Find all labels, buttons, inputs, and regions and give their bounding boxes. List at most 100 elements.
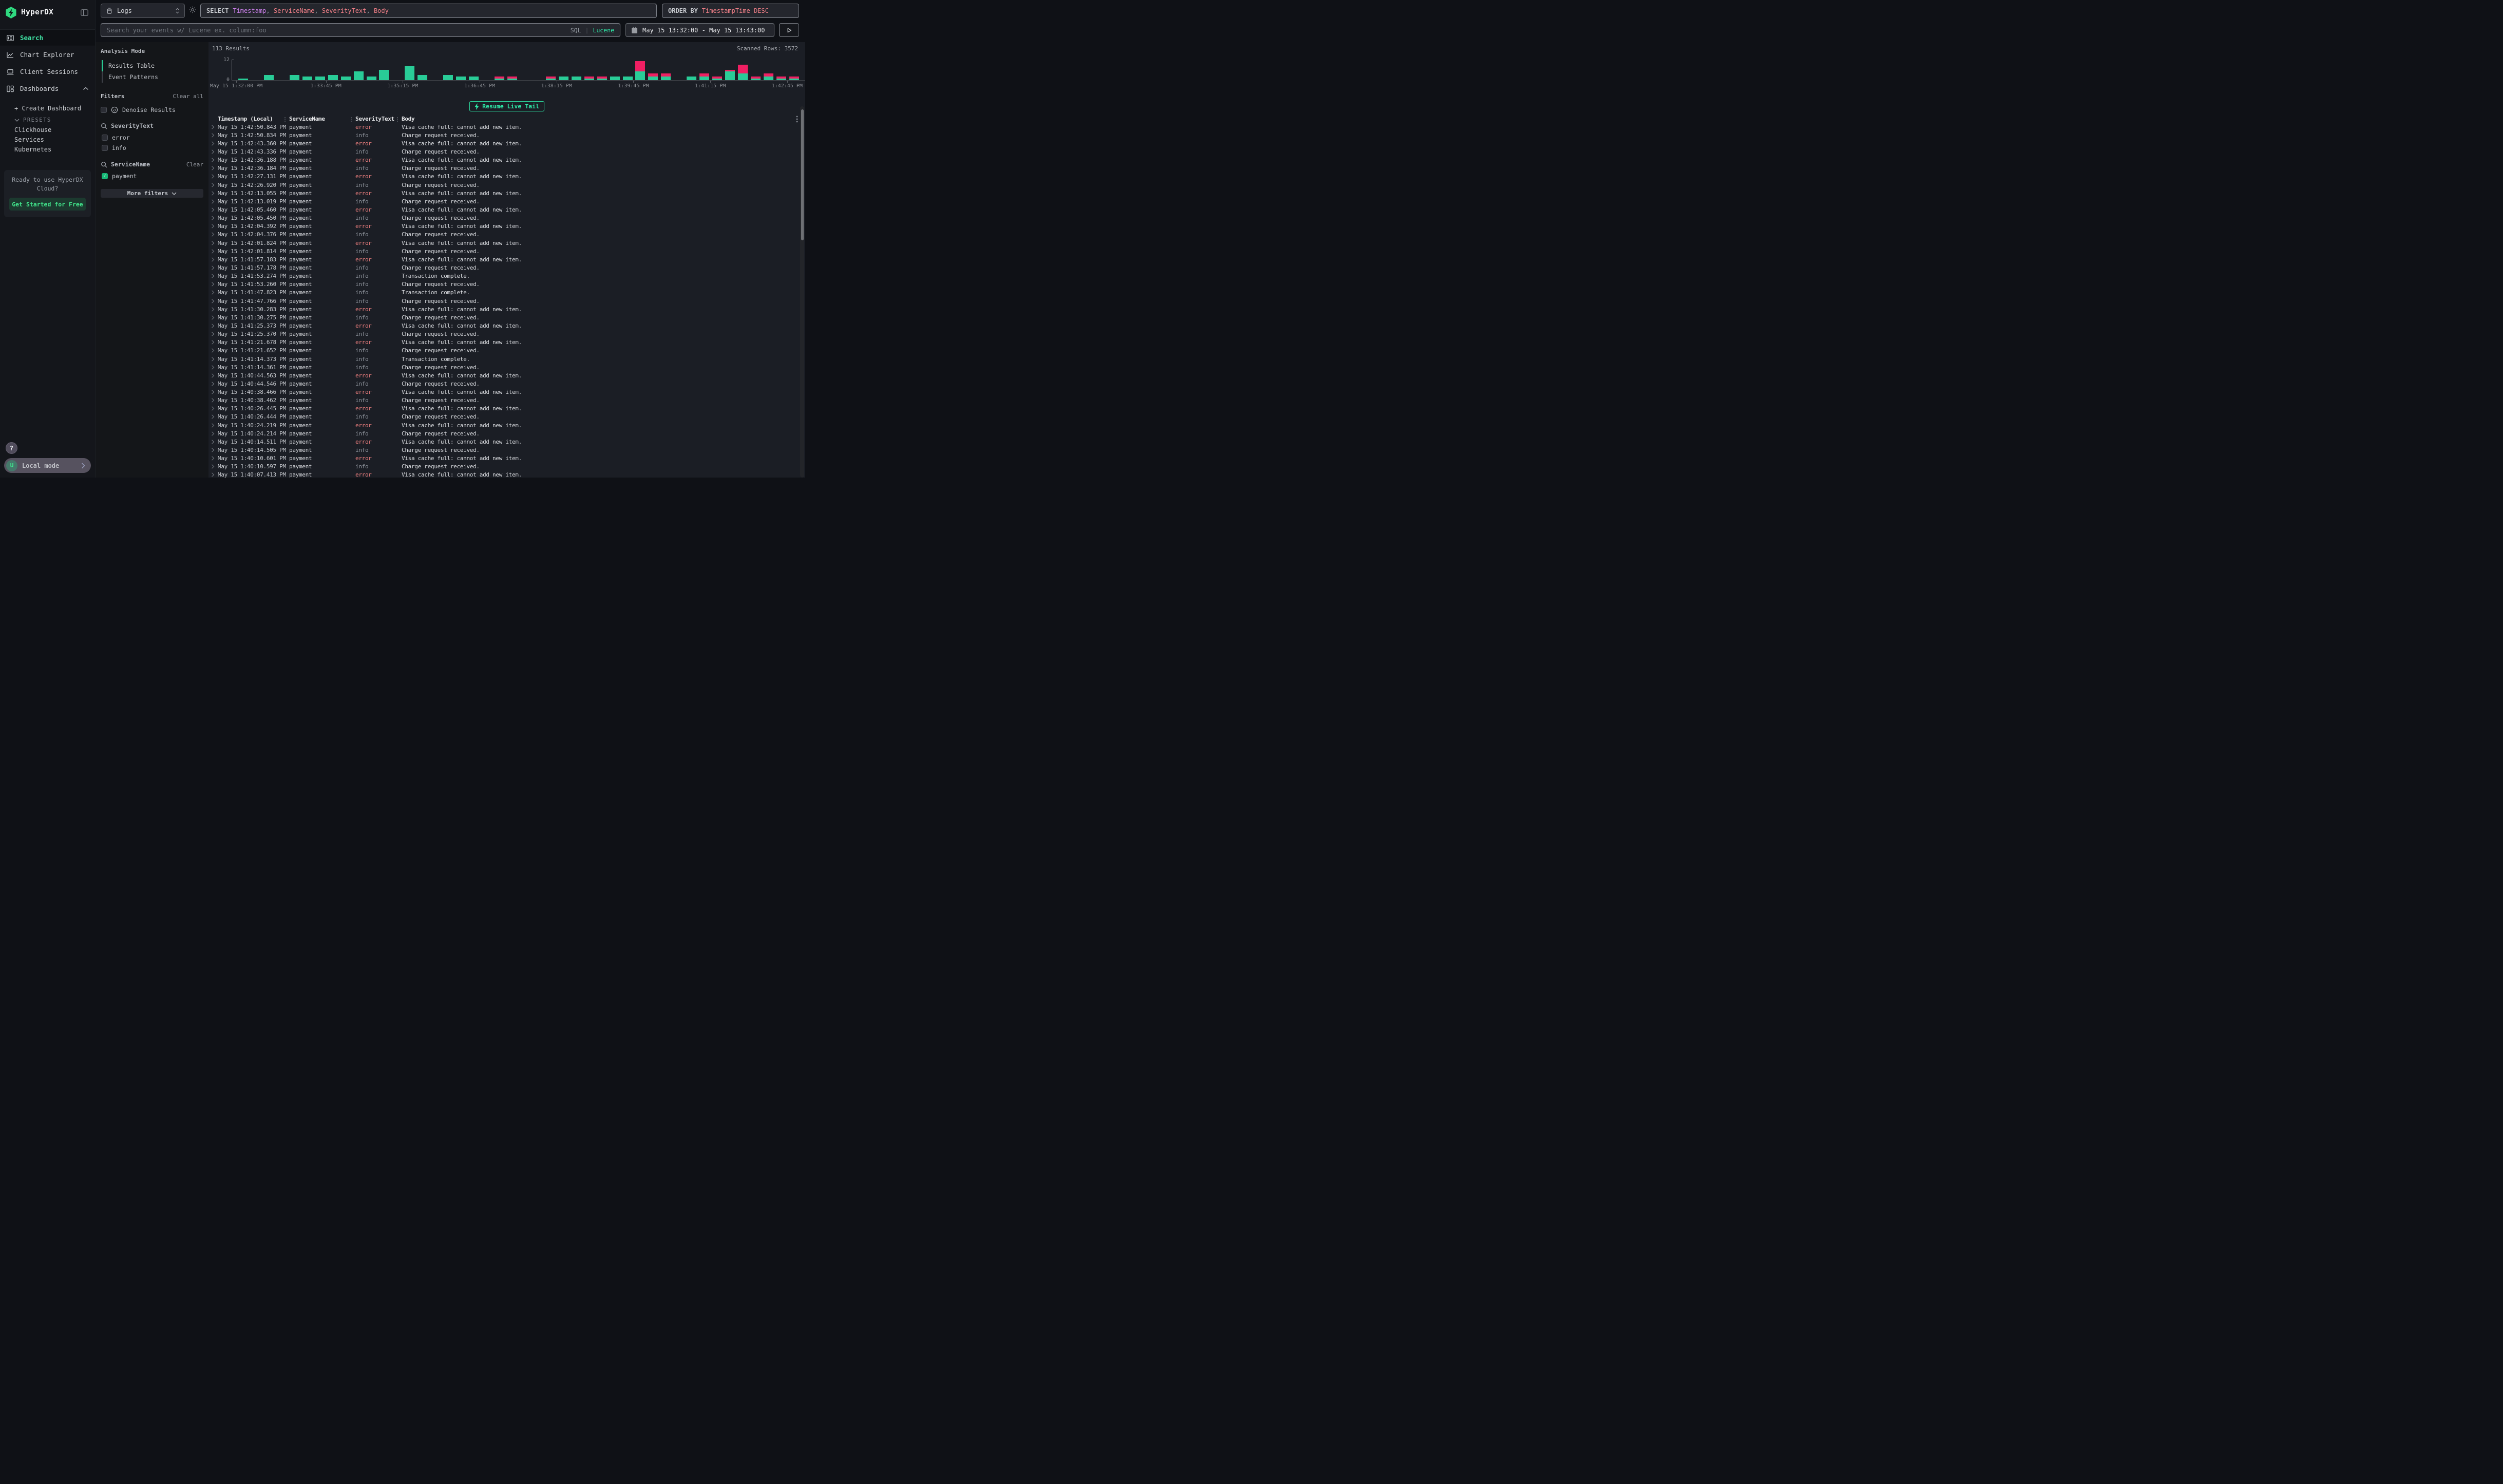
row-expand-chevron-icon[interactable] bbox=[211, 125, 218, 129]
row-expand-chevron-icon[interactable] bbox=[211, 315, 218, 320]
histogram-bar[interactable] bbox=[738, 65, 748, 80]
scrollbar-thumb[interactable] bbox=[801, 109, 804, 240]
log-row[interactable]: May 15 1:42:27.131 PMpaymenterrorVisa ca… bbox=[211, 173, 805, 181]
filter-option-info[interactable]: info bbox=[101, 143, 203, 153]
histogram-bar[interactable] bbox=[623, 77, 633, 80]
log-row[interactable]: May 15 1:41:21.678 PMpaymenterrorVisa ca… bbox=[211, 338, 805, 347]
log-row[interactable]: May 15 1:41:53.274 PMpaymentinfoTransact… bbox=[211, 272, 805, 280]
log-row[interactable]: May 15 1:42:13.055 PMpaymenterrorVisa ca… bbox=[211, 189, 805, 197]
sidebar-item-dashboards[interactable]: Dashboards bbox=[0, 80, 95, 97]
filter-option-error[interactable]: error bbox=[101, 132, 203, 143]
sidebar-preset-clickhouse[interactable]: Clickhouse bbox=[14, 125, 95, 135]
histogram-bar[interactable] bbox=[302, 77, 312, 80]
histogram-bar[interactable] bbox=[354, 71, 364, 80]
sql-mode-button[interactable]: SQL bbox=[571, 27, 581, 34]
column-servicename[interactable]: ServiceName bbox=[289, 116, 355, 122]
tab-event-patterns[interactable]: Event Patterns bbox=[103, 71, 203, 83]
histogram-bar[interactable] bbox=[405, 66, 414, 80]
histogram-bar[interactable] bbox=[610, 77, 620, 80]
row-expand-chevron-icon[interactable] bbox=[211, 224, 218, 229]
row-expand-chevron-icon[interactable] bbox=[211, 191, 218, 196]
denoise-results-option[interactable]: Denoise Results bbox=[101, 106, 203, 113]
column-body[interactable]: Body bbox=[402, 116, 805, 122]
source-select[interactable]: Logs bbox=[101, 4, 185, 18]
sidebar-item-client-sessions[interactable]: Client Sessions bbox=[0, 63, 95, 80]
row-expand-chevron-icon[interactable] bbox=[211, 299, 218, 303]
log-row[interactable]: May 15 1:42:04.376 PMpaymentinfoCharge r… bbox=[211, 231, 805, 239]
clear-filter-link[interactable]: Clear bbox=[186, 161, 203, 168]
row-expand-chevron-icon[interactable] bbox=[211, 357, 218, 362]
vertical-scrollbar[interactable] bbox=[800, 106, 804, 478]
checkbox-payment[interactable]: ✓ bbox=[102, 173, 108, 179]
log-row[interactable]: May 15 1:41:47.766 PMpaymentinfoCharge r… bbox=[211, 297, 805, 305]
log-row[interactable]: May 15 1:40:14.505 PMpaymentinfoCharge r… bbox=[211, 446, 805, 454]
log-row[interactable]: May 15 1:41:47.823 PMpaymentinfoTransact… bbox=[211, 289, 805, 297]
row-expand-chevron-icon[interactable] bbox=[211, 290, 218, 295]
histogram-bar[interactable] bbox=[559, 77, 568, 80]
histogram-bar[interactable] bbox=[725, 70, 735, 80]
sidebar-item-chart-explorer[interactable]: Chart Explorer bbox=[0, 46, 95, 63]
log-row[interactable]: May 15 1:42:04.392 PMpaymenterrorVisa ca… bbox=[211, 222, 805, 231]
checkbox-error[interactable] bbox=[102, 135, 108, 141]
resume-live-tail-button[interactable]: Resume Live Tail bbox=[469, 101, 544, 111]
histogram-bar[interactable] bbox=[687, 77, 696, 80]
more-filters-button[interactable]: More filters bbox=[101, 189, 203, 198]
checkbox-info[interactable] bbox=[102, 145, 108, 151]
log-row[interactable]: May 15 1:42:26.920 PMpaymentinfoCharge r… bbox=[211, 181, 805, 189]
create-dashboard-button[interactable]: + Create Dashboard bbox=[14, 103, 95, 113]
row-expand-chevron-icon[interactable] bbox=[211, 265, 218, 270]
get-started-button[interactable]: Get Started for Free bbox=[9, 198, 86, 211]
row-expand-chevron-icon[interactable] bbox=[211, 472, 218, 477]
row-expand-chevron-icon[interactable] bbox=[211, 158, 218, 162]
histogram-bar[interactable] bbox=[469, 77, 479, 80]
row-expand-chevron-icon[interactable] bbox=[211, 448, 218, 452]
log-row[interactable]: May 15 1:42:43.336 PMpaymentinfoCharge r… bbox=[211, 147, 805, 156]
histogram-bar[interactable] bbox=[443, 75, 453, 80]
histogram-bar[interactable] bbox=[507, 77, 517, 80]
histogram-bar[interactable] bbox=[290, 75, 299, 80]
log-row[interactable]: May 15 1:41:53.260 PMpaymentinfoCharge r… bbox=[211, 280, 805, 289]
row-expand-chevron-icon[interactable] bbox=[211, 307, 218, 312]
row-expand-chevron-icon[interactable] bbox=[211, 241, 218, 245]
histogram-bar[interactable] bbox=[597, 77, 607, 80]
tab-results-table[interactable]: Results Table bbox=[103, 60, 203, 71]
checkbox-denoise[interactable] bbox=[101, 107, 107, 113]
histogram-bar[interactable] bbox=[379, 70, 389, 80]
log-row[interactable]: May 15 1:41:57.178 PMpaymentinfoCharge r… bbox=[211, 263, 805, 272]
log-row[interactable]: May 15 1:40:07.413 PMpaymenterrorVisa ca… bbox=[211, 471, 805, 478]
row-expand-chevron-icon[interactable] bbox=[211, 183, 218, 187]
log-row[interactable]: May 15 1:41:25.373 PMpaymenterrorVisa ca… bbox=[211, 321, 805, 330]
histogram-bar[interactable] bbox=[699, 73, 709, 80]
row-expand-chevron-icon[interactable] bbox=[211, 166, 218, 170]
source-settings-button[interactable] bbox=[185, 6, 200, 16]
log-row[interactable]: May 15 1:41:30.275 PMpaymentinfoCharge r… bbox=[211, 313, 805, 321]
histogram-bar[interactable] bbox=[712, 77, 722, 80]
histogram-bar[interactable] bbox=[418, 75, 427, 80]
log-row[interactable]: May 15 1:42:05.450 PMpaymentinfoCharge r… bbox=[211, 214, 805, 222]
histogram-bar[interactable] bbox=[328, 75, 338, 80]
sidebar-preset-services[interactable]: Services bbox=[14, 135, 95, 145]
log-row[interactable]: May 15 1:42:13.019 PMpaymentinfoCharge r… bbox=[211, 197, 805, 205]
select-query-input[interactable]: SELECT Timestamp, ServiceName, SeverityT… bbox=[200, 4, 657, 18]
histogram-bar[interactable] bbox=[495, 77, 504, 80]
row-expand-chevron-icon[interactable] bbox=[211, 398, 218, 403]
row-expand-chevron-icon[interactable] bbox=[211, 390, 218, 394]
histogram-bar[interactable] bbox=[367, 77, 376, 80]
histogram-bar[interactable] bbox=[546, 77, 556, 80]
log-row[interactable]: May 15 1:40:44.563 PMpaymenterrorVisa ca… bbox=[211, 371, 805, 379]
log-row[interactable]: May 15 1:40:38.462 PMpaymentinfoCharge r… bbox=[211, 396, 805, 405]
histogram-bar[interactable] bbox=[341, 77, 351, 80]
histogram-bar[interactable] bbox=[456, 77, 466, 80]
collapse-sidebar-icon[interactable] bbox=[80, 8, 89, 17]
log-row[interactable]: May 15 1:42:50.834 PMpaymentinfoCharge r… bbox=[211, 131, 805, 139]
row-expand-chevron-icon[interactable] bbox=[211, 332, 218, 336]
row-expand-chevron-icon[interactable] bbox=[211, 249, 218, 254]
table-options-kebab-icon[interactable] bbox=[796, 115, 798, 125]
histogram-bar[interactable] bbox=[661, 73, 671, 80]
histogram-bar[interactable] bbox=[789, 77, 799, 80]
clear-all-link[interactable]: Clear all bbox=[173, 93, 203, 100]
row-expand-chevron-icon[interactable] bbox=[211, 282, 218, 287]
histogram-bar[interactable] bbox=[572, 77, 581, 80]
row-expand-chevron-icon[interactable] bbox=[211, 423, 218, 428]
row-expand-chevron-icon[interactable] bbox=[211, 207, 218, 212]
